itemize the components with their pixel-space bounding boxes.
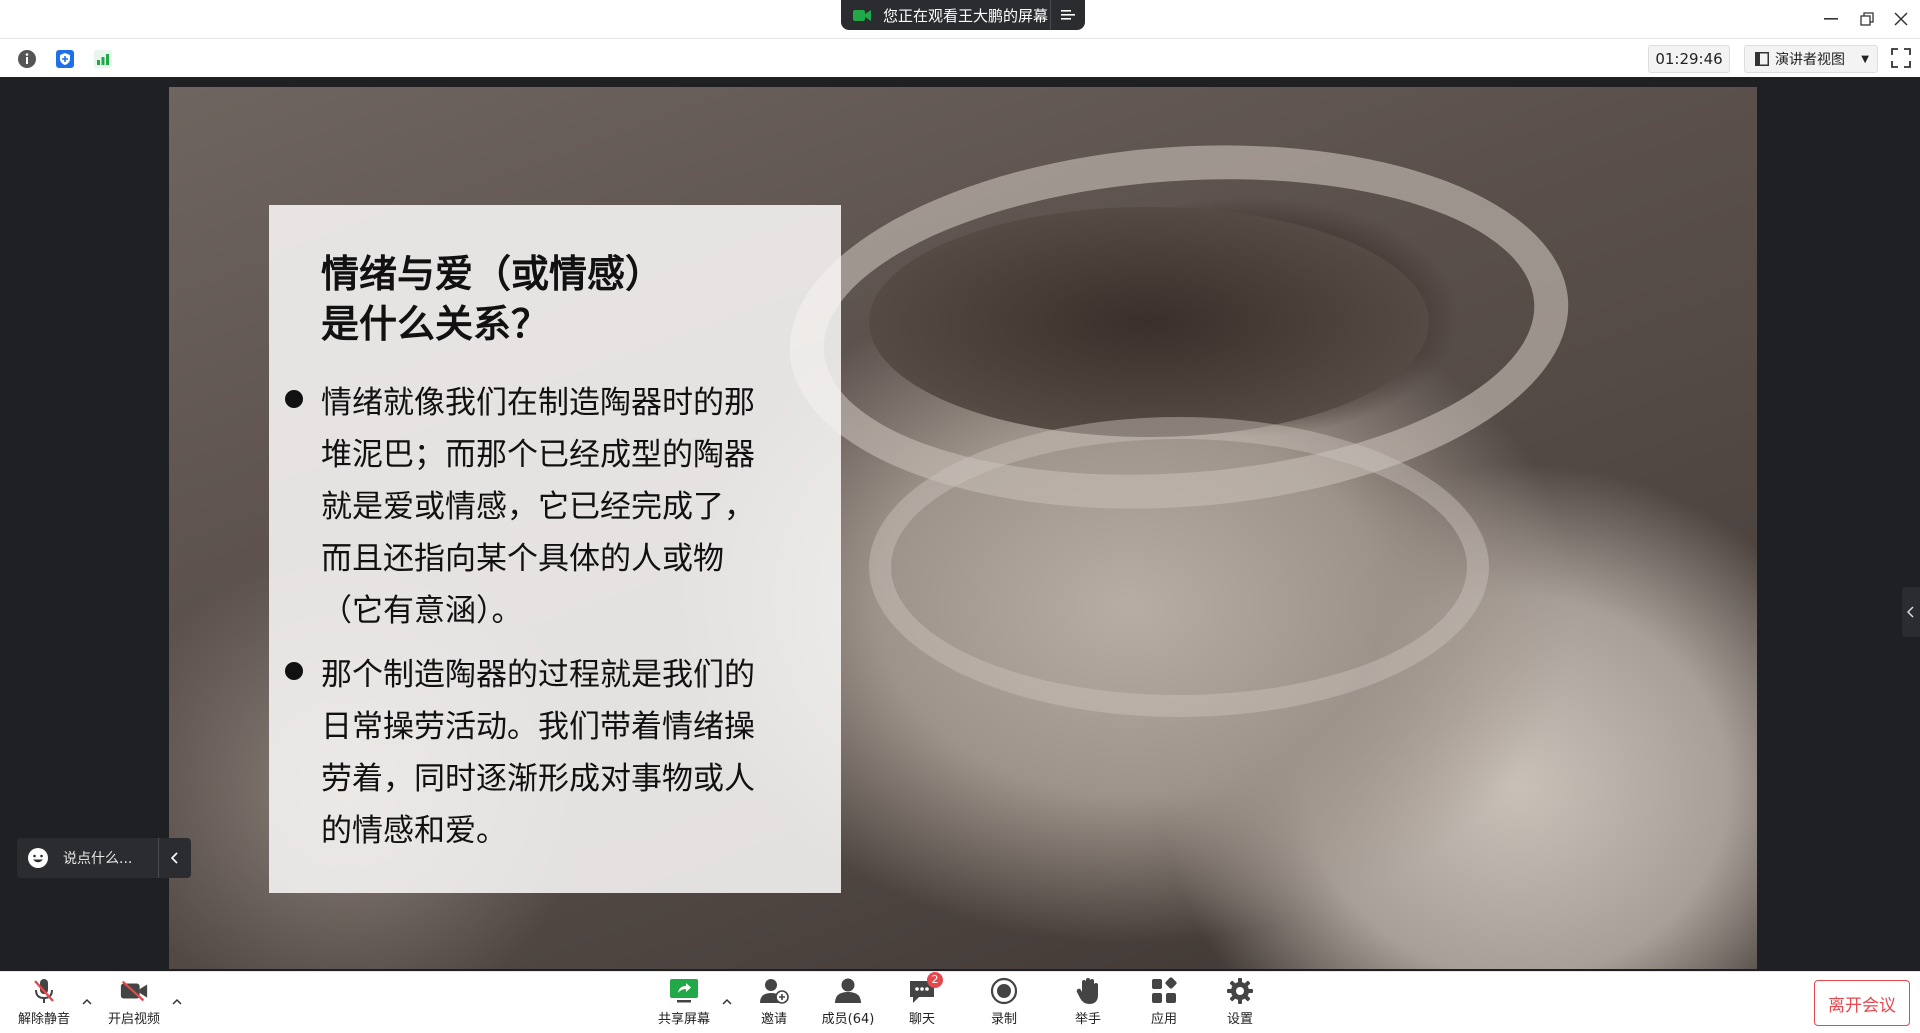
bullet-dot-icon — [285, 662, 303, 680]
security-shield-icon[interactable] — [54, 48, 76, 70]
unmute-button[interactable]: 解除静音 — [6, 976, 82, 1030]
view-mode-dropdown[interactable]: 演讲者视图 ▼ — [1744, 45, 1878, 73]
chevron-down-icon: ▼ — [1861, 53, 1869, 65]
meeting-info-bar — [0, 39, 1920, 77]
fullscreen-icon[interactable] — [1890, 47, 1912, 69]
unmute-label: 解除静音 — [17, 1012, 70, 1027]
presentation-slide: 情绪与爱（或情感） 是什么关系？ 情绪就像我们在制造陶器时的那 堆泥巴；而那个已… — [169, 87, 1757, 969]
shared-screen-stage: 情绪与爱（或情感） 是什么关系？ 情绪就像我们在制造陶器时的那 堆泥巴；而那个已… — [0, 77, 1920, 971]
apps-button[interactable]: 应用 — [1126, 976, 1202, 1030]
slide-text-box: 情绪与爱（或情感） 是什么关系？ 情绪就像我们在制造陶器时的那 堆泥巴；而那个已… — [269, 205, 841, 893]
bullet-text: 那个制造陶器的过程就是我们的 日常操劳活动。我们带着情绪操 劳着，同时逐渐形成对… — [321, 649, 811, 857]
side-panel-toggle[interactable] — [1902, 587, 1920, 637]
bullet-line: 而且还指向某个具体的人或物 — [321, 541, 724, 577]
start-video-label: 开启视频 — [107, 1012, 160, 1027]
signal-strength-icon[interactable] — [92, 48, 114, 70]
speaker-view-icon — [1755, 52, 1769, 66]
bullet-line: 就是爱或情感，它已经完成了， — [321, 489, 755, 525]
share-camera-icon — [853, 9, 871, 21]
chat-label: 聊天 — [908, 1012, 935, 1027]
members-button[interactable]: 成员(64) — [810, 976, 886, 1030]
chat-unread-badge: 2 — [927, 972, 943, 988]
slide-title-line: 是什么关系？ — [321, 302, 550, 346]
chat-bubble-icon: 2 — [907, 972, 943, 1006]
bullet-line: 那个制造陶器的过程就是我们的 — [321, 657, 755, 693]
audio-options-caret-icon[interactable] — [80, 994, 94, 1008]
share-screen-icon — [669, 976, 699, 1006]
slide-bullet: 情绪就像我们在制造陶器时的那 堆泥巴；而那个已经成型的陶器 就是爱或情感，它已经… — [285, 377, 825, 637]
restore-icon[interactable] — [1848, 0, 1886, 38]
bullet-line: 堆泥巴；而那个已经成型的陶器 — [321, 437, 755, 473]
screen-share-banner[interactable]: 您正在观看王大鹏的屏幕 — [841, 0, 1085, 30]
bullet-line: 的情感和爱。 — [321, 813, 507, 849]
pottery-body-shape — [869, 417, 1489, 717]
members-label: 成员(64) — [821, 1012, 875, 1027]
bullet-dot-icon — [285, 390, 303, 408]
emoji-icon[interactable] — [27, 847, 49, 869]
settings-label: 设置 — [1226, 1012, 1253, 1027]
slide-bullet: 那个制造陶器的过程就是我们的 日常操劳活动。我们带着情绪操 劳着，同时逐渐形成对… — [285, 649, 825, 857]
add-user-icon — [759, 976, 789, 1006]
muted-microphone-icon — [29, 976, 59, 1006]
bullet-line: 日常操劳活动。我们带着情绪操 — [321, 709, 755, 745]
meeting-control-bar: 解除静音 开启视频 共享屏幕 邀请 成员(64) 2 聊天 录制 举手 应用 设… — [0, 971, 1920, 1033]
gear-icon — [1225, 976, 1255, 1006]
banner-menu-icon[interactable] — [1050, 0, 1085, 30]
start-video-button[interactable]: 开启视频 — [96, 976, 172, 1030]
apps-grid-icon — [1149, 976, 1179, 1006]
window-title-bar: 您正在观看王大鹏的屏幕 — [0, 0, 1920, 39]
meeting-timer: 01:29:46 — [1648, 45, 1730, 73]
raise-hand-button[interactable]: 举手 — [1050, 976, 1126, 1030]
video-options-caret-icon[interactable] — [170, 994, 184, 1008]
view-mode-label: 演讲者视图 — [1775, 52, 1845, 68]
members-icon — [833, 976, 863, 1006]
record-button[interactable]: 录制 — [966, 976, 1042, 1030]
slide-title: 情绪与爱（或情感） 是什么关系？ — [321, 249, 821, 349]
record-icon — [989, 976, 1019, 1006]
bullet-line: 劳着，同时逐渐形成对事物或人 — [321, 761, 755, 797]
chat-button[interactable]: 2 聊天 — [884, 972, 960, 1030]
collapse-chat-icon[interactable] — [158, 838, 191, 878]
video-off-icon — [119, 976, 149, 1006]
settings-button[interactable]: 设置 — [1202, 976, 1278, 1030]
quick-chat-placeholder[interactable]: 说点什么... — [63, 848, 158, 868]
invite-label: 邀请 — [760, 1012, 787, 1027]
bullet-line: 情绪就像我们在制造陶器时的那 — [321, 385, 755, 421]
info-icon[interactable] — [16, 48, 38, 70]
slide-title-line: 情绪与爱（或情感） — [321, 252, 664, 296]
chevron-left-icon — [1907, 606, 1914, 618]
apps-label: 应用 — [1150, 1012, 1177, 1027]
minimize-icon[interactable] — [1812, 0, 1850, 38]
share-screen-button[interactable]: 共享屏幕 — [646, 976, 722, 1030]
bullet-line: （它有意涵）。 — [321, 593, 523, 629]
record-label: 录制 — [990, 1012, 1017, 1027]
share-banner-text: 您正在观看王大鹏的屏幕 — [883, 6, 1049, 25]
bullet-text: 情绪就像我们在制造陶器时的那 堆泥巴；而那个已经成型的陶器 就是爱或情感，它已经… — [321, 377, 811, 637]
invite-button[interactable]: 邀请 — [736, 976, 812, 1030]
close-icon[interactable] — [1882, 0, 1920, 38]
share-options-caret-icon[interactable] — [720, 994, 734, 1008]
share-screen-label: 共享屏幕 — [657, 1012, 710, 1027]
raise-hand-icon — [1073, 976, 1103, 1006]
leave-meeting-button[interactable]: 离开会议 — [1814, 980, 1910, 1026]
raise-hand-label: 举手 — [1074, 1012, 1101, 1027]
quick-chat-box[interactable]: 说点什么... — [17, 838, 191, 878]
